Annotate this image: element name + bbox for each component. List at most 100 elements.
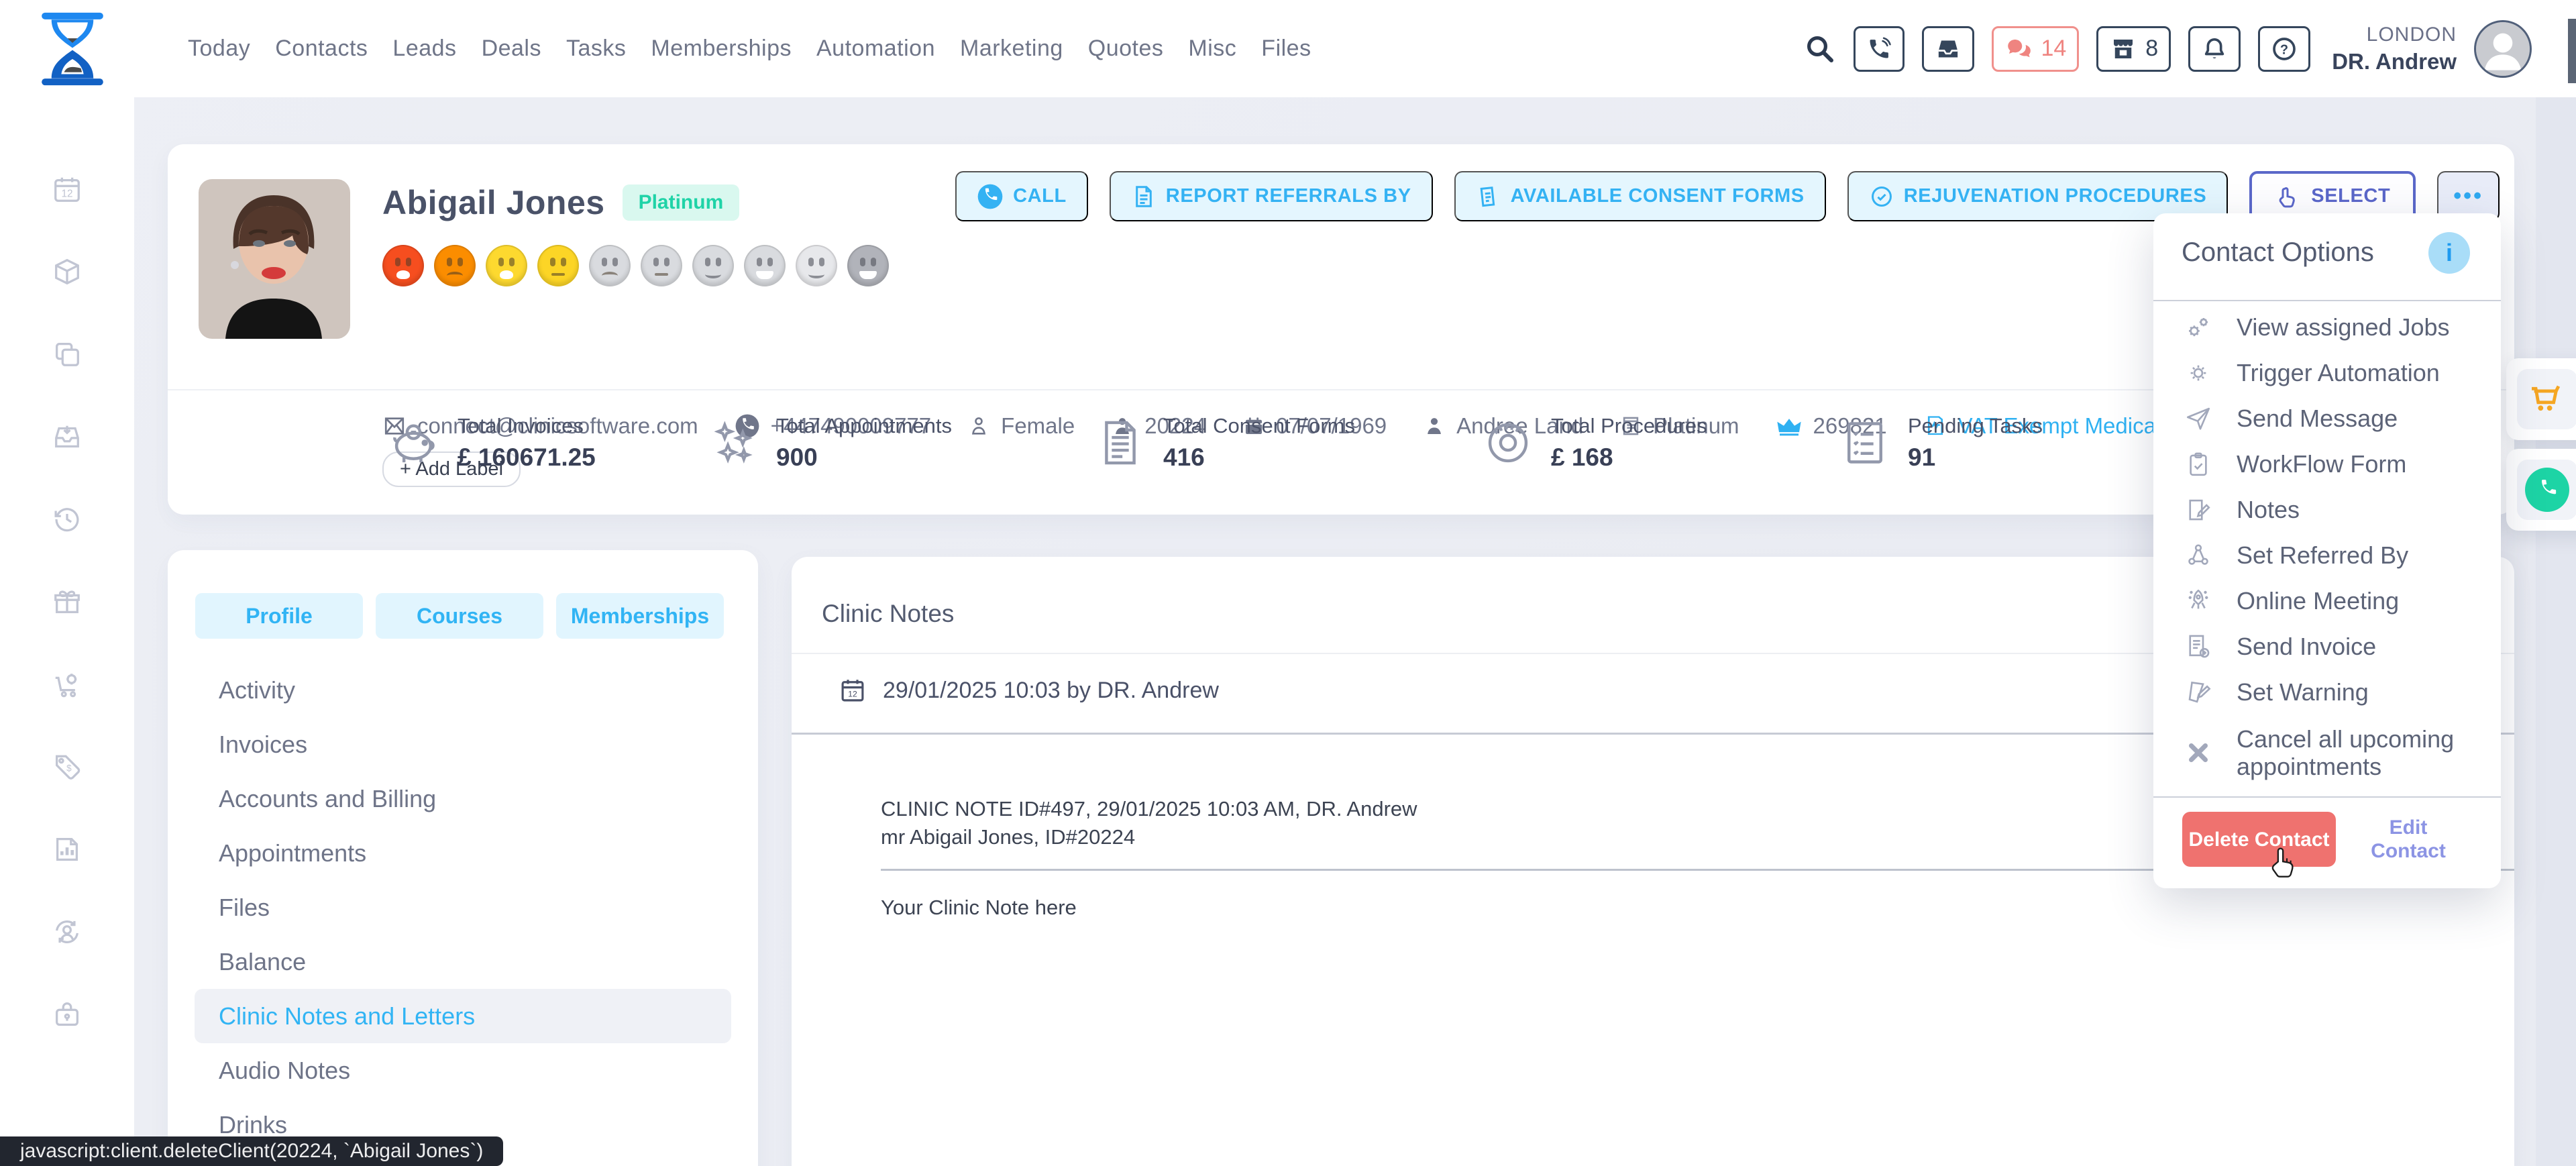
note-entry-header[interactable]: 12 29/01/2025 10:03 by DR. Andrew [839, 676, 1219, 704]
info-icon[interactable]: i [2428, 232, 2470, 274]
svg-text:12: 12 [61, 189, 72, 200]
dialer-button[interactable] [1854, 26, 1904, 72]
menu-online-meeting[interactable]: Online Meeting [2153, 578, 2501, 624]
main-nav: Today Contacts Leads Deals Tasks Members… [188, 0, 1311, 97]
menu-footer: Delete Contact Edit Contact [2153, 804, 2501, 884]
task-list-icon [1839, 417, 1890, 468]
messages-button[interactable]: 14 [1992, 26, 2079, 72]
nav-tasks[interactable]: Tasks [566, 36, 626, 62]
avatar[interactable] [2474, 20, 2532, 78]
inbox-button[interactable] [1922, 26, 1974, 72]
consent-form-icon [1476, 184, 1501, 209]
user-block[interactable]: LONDON DR. Andrew [2332, 23, 2457, 74]
mood-2-icon[interactable] [434, 245, 476, 286]
notifications-button[interactable] [2188, 26, 2241, 72]
crown-icon [1776, 413, 1803, 439]
menu-items: View assigned Jobs Trigger Automation Se… [2153, 305, 2501, 790]
report-icon[interactable] [52, 834, 83, 865]
phone-float-button[interactable] [2506, 449, 2576, 531]
lock-case-icon[interactable] [52, 999, 83, 1030]
report-doc-icon [1131, 184, 1157, 209]
tab-memberships[interactable]: Memberships [556, 593, 724, 639]
section-accounts-billing[interactable]: Accounts and Billing [195, 772, 731, 826]
price-tag-icon[interactable]: $ [52, 751, 83, 782]
stat-total-procedures: Total Procedures£ 168 [1483, 414, 1707, 472]
person-outline-icon [967, 415, 990, 437]
nav-marketing[interactable]: Marketing [960, 36, 1063, 62]
tab-courses[interactable]: Courses [376, 593, 543, 639]
mood-4-icon[interactable] [537, 245, 579, 286]
contact-name-row: Abigail Jones Platinum [382, 183, 739, 222]
nav-today[interactable]: Today [188, 36, 250, 62]
mood-7-icon[interactable] [692, 245, 734, 286]
stat-total-appointments: Total Appointments900 [708, 414, 952, 472]
nav-memberships[interactable]: Memberships [651, 36, 792, 62]
mood-6-icon[interactable] [641, 245, 682, 286]
store-button[interactable]: 8 [2096, 26, 2171, 72]
menu-notes[interactable]: Notes [2153, 487, 2501, 533]
copy-icon[interactable] [52, 339, 83, 370]
divider [2153, 300, 2501, 301]
mood-3-icon[interactable] [486, 245, 527, 286]
profile-panel: Profile Courses Memberships Activity Inv… [168, 550, 758, 1166]
call-button[interactable]: CALL [955, 171, 1088, 221]
mood-8-icon[interactable] [744, 245, 786, 286]
report-referrals-button[interactable]: REPORT REFERRALS BY [1110, 171, 1433, 221]
nav-misc[interactable]: Misc [1188, 36, 1236, 62]
nav-deals[interactable]: Deals [482, 36, 541, 62]
section-audio-notes[interactable]: Audio Notes [195, 1043, 731, 1098]
section-appointments[interactable]: Appointments [195, 826, 731, 880]
consent-forms-button[interactable]: AVAILABLE CONSENT FORMS [1454, 171, 1826, 221]
section-files[interactable]: Files [195, 880, 731, 935]
note-body: Your Clinic Note here [881, 896, 1077, 920]
inbox-icon [1935, 36, 1962, 62]
contact-photo[interactable] [199, 179, 350, 339]
history-icon[interactable] [52, 504, 83, 535]
nav-leads[interactable]: Leads [392, 36, 456, 62]
menu-workflow-form[interactable]: WorkFlow Form [2153, 441, 2501, 487]
nav-files[interactable]: Files [1261, 36, 1311, 62]
help-button[interactable]: ? [2258, 26, 2310, 72]
nav-quotes[interactable]: Quotes [1088, 36, 1164, 62]
mood-1-icon[interactable] [382, 245, 424, 286]
mood-10-icon[interactable] [847, 245, 889, 286]
nav-automation[interactable]: Automation [816, 36, 935, 62]
gears-icon [2184, 313, 2212, 341]
gift-icon[interactable] [52, 586, 83, 617]
tab-profile[interactable]: Profile [195, 593, 363, 639]
contact-name: Abigail Jones [382, 183, 605, 222]
calendar-icon[interactable]: 12 [52, 174, 83, 205]
delete-contact-button[interactable]: Delete Contact [2182, 812, 2336, 867]
storefront-icon [2109, 35, 2137, 63]
package-icon[interactable] [52, 256, 83, 287]
menu-set-warning[interactable]: Set Warning [2153, 670, 2501, 715]
user-sync-icon[interactable] [52, 916, 83, 947]
menu-set-referred-by[interactable]: Set Referred By [2153, 533, 2501, 578]
menu-cancel-appointments[interactable]: Cancel all upcoming appointments [2153, 715, 2501, 790]
menu-send-invoice[interactable]: Send Invoice [2153, 624, 2501, 670]
clinicsoftware-logo[interactable] [39, 9, 106, 89]
section-activity[interactable]: Activity [195, 663, 731, 717]
nav-contacts[interactable]: Contacts [275, 36, 368, 62]
stat-pending-tasks: Pending Tasks91 [1839, 414, 2043, 472]
menu-send-message[interactable]: Send Message [2153, 396, 2501, 441]
gear-icon [2184, 359, 2212, 387]
profile-section-list: Activity Invoices Accounts and Billing A… [195, 663, 731, 1152]
green-phone-icon [2525, 468, 2569, 512]
cart-gear-icon[interactable] [52, 669, 83, 700]
mood-5-icon[interactable] [589, 245, 631, 286]
inbox-down-icon[interactable] [52, 421, 83, 452]
menu-view-assigned-jobs[interactable]: View assigned Jobs [2153, 305, 2501, 350]
document-icon [1095, 417, 1146, 468]
search-icon[interactable] [1804, 33, 1836, 65]
bell-icon [2201, 36, 2228, 62]
menu-title: Contact Options [2182, 237, 2374, 268]
section-balance[interactable]: Balance [195, 935, 731, 989]
edit-contact-button[interactable]: Edit Contact [2355, 812, 2462, 867]
mood-9-icon[interactable] [796, 245, 837, 286]
scrollbar-thumb[interactable] [2568, 19, 2576, 83]
cart-float-button[interactable] [2506, 358, 2576, 440]
section-clinic-notes[interactable]: Clinic Notes and Letters [195, 989, 731, 1043]
section-invoices[interactable]: Invoices [195, 717, 731, 772]
menu-trigger-automation[interactable]: Trigger Automation [2153, 350, 2501, 396]
